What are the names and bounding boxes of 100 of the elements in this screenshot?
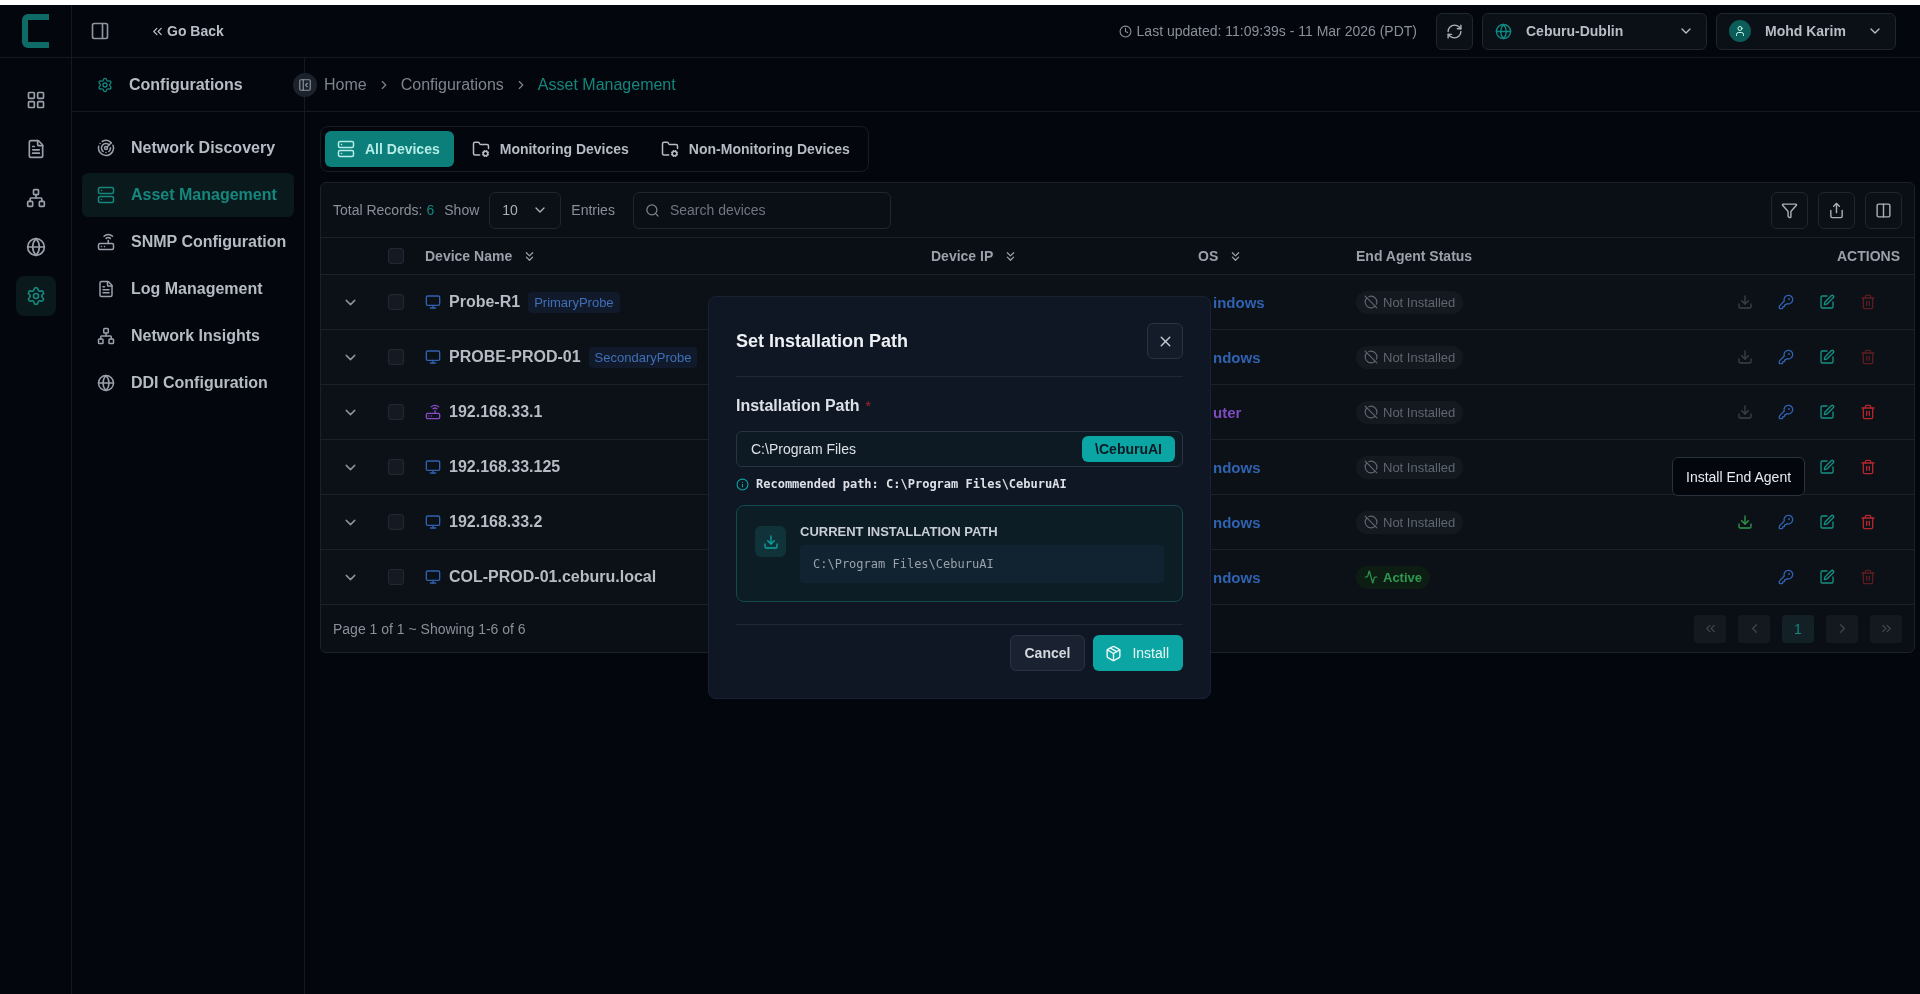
edit-button[interactable] <box>1819 459 1835 475</box>
agent-status-badge: Not Installed <box>1356 400 1464 424</box>
refresh-icon <box>1446 22 1463 40</box>
sidebar-item[interactable]: Log Management <box>82 267 294 311</box>
column-header: Device IP <box>931 248 994 264</box>
row-checkbox[interactable] <box>388 404 404 420</box>
upload-icon <box>1828 201 1845 219</box>
page-button[interactable]: 1 <box>1782 614 1814 643</box>
key-icon <box>1778 569 1794 585</box>
device-tab[interactable]: All Devices <box>325 131 454 167</box>
circle-slash-icon <box>1364 405 1378 419</box>
current-path-value: C:\Program Files\CeburuAI <box>800 545 1164 583</box>
edit-button[interactable] <box>1819 294 1835 310</box>
panel-icon <box>90 21 110 41</box>
sidebar-item[interactable]: Network Discovery <box>82 126 294 170</box>
edit-button[interactable] <box>1819 349 1835 365</box>
column-header: End Agent Status <box>1356 248 1473 264</box>
settings-icon <box>97 76 113 93</box>
edit-button[interactable] <box>1819 569 1835 585</box>
key-icon <box>1778 514 1794 530</box>
trash-icon <box>1860 349 1876 365</box>
key-button[interactable] <box>1778 349 1794 365</box>
edit-button[interactable] <box>1819 514 1835 530</box>
os-text: ndows <box>1213 513 1261 531</box>
delete-button[interactable] <box>1860 404 1876 420</box>
search-icon <box>644 202 660 218</box>
required-mark: * <box>865 398 872 414</box>
device-tab[interactable]: Non-Monitoring Devices <box>648 131 864 167</box>
agent-status-badge: Not Installed <box>1356 455 1464 479</box>
globe-icon <box>1495 22 1512 40</box>
row-checkbox[interactable] <box>388 514 404 530</box>
collapse-button[interactable] <box>293 73 317 97</box>
cancel-button[interactable]: Cancel <box>1009 635 1086 671</box>
sidebar-item[interactable]: DDI Configuration <box>82 361 294 405</box>
close-button[interactable] <box>1147 323 1183 359</box>
device-name: PROBE-PROD-01 <box>449 348 581 366</box>
edit-icon <box>1819 459 1835 475</box>
agent-status-badge: Active <box>1356 565 1431 589</box>
columns-icon <box>1875 201 1892 219</box>
key-icon <box>1778 404 1794 420</box>
key-button[interactable] <box>1778 404 1794 420</box>
device-name: 192.168.33.125 <box>449 458 561 476</box>
search-field[interactable]: Search devices <box>632 191 891 229</box>
device-name: Probe-R1 <box>449 293 521 311</box>
export-button[interactable] <box>1818 191 1855 229</box>
column-header: ACTIONS <box>1837 248 1901 264</box>
sidebar-toggle-button[interactable] <box>90 21 110 41</box>
breadcrumb-link[interactable]: Asset Management <box>537 75 676 94</box>
nav-rail-button[interactable] <box>15 276 56 316</box>
download-icon <box>1737 349 1753 365</box>
device-name: 192.168.33.2 <box>449 513 543 531</box>
edit-icon <box>1819 404 1835 420</box>
row-checkbox[interactable] <box>388 349 404 365</box>
refresh-button[interactable] <box>1436 12 1473 50</box>
probe-tag: PrimaryProbe <box>528 291 620 313</box>
breadcrumb-link[interactable]: Configurations <box>400 75 504 94</box>
circle-slash-icon <box>1364 460 1378 474</box>
row-checkbox[interactable] <box>388 459 404 475</box>
download-button[interactable] <box>1737 514 1753 530</box>
download-icon <box>1737 514 1753 530</box>
sidebar-item[interactable]: SNMP Configuration <box>82 220 294 264</box>
download-icon <box>755 526 786 557</box>
path-suffix-badge: \CeburuAI <box>1082 436 1175 462</box>
go-back-link[interactable]: Go Back <box>150 23 224 39</box>
columns-button[interactable] <box>1865 191 1902 229</box>
column-header: Device Name <box>425 248 513 264</box>
download-icon <box>1737 294 1753 310</box>
key-icon <box>1778 349 1794 365</box>
os-text: indows <box>1213 293 1265 311</box>
key-icon <box>1778 294 1794 310</box>
key-button[interactable] <box>1778 294 1794 310</box>
sidebar-item[interactable]: Asset Management <box>82 173 294 217</box>
filter-button[interactable] <box>1771 191 1808 229</box>
trash-icon <box>1860 569 1876 585</box>
recommended-path-hint: Recommended path: C:\Program Files\CeburuAI <box>756 477 1067 491</box>
delete-button[interactable] <box>1860 459 1876 475</box>
key-button[interactable] <box>1778 569 1794 585</box>
clock-icon <box>1118 24 1132 38</box>
os-text: ndows <box>1213 568 1261 586</box>
delete-button[interactable] <box>1860 514 1876 530</box>
row-checkbox[interactable] <box>388 294 404 310</box>
logo-icon <box>21 14 50 48</box>
circle-slash-icon <box>1364 295 1378 309</box>
os-text: ndows <box>1213 348 1261 366</box>
trash-icon <box>1860 294 1876 310</box>
filter-icon <box>1781 201 1798 219</box>
breadcrumb-link[interactable]: Home <box>324 75 367 94</box>
key-button[interactable] <box>1778 514 1794 530</box>
select-all-checkbox[interactable] <box>388 248 404 264</box>
location-select[interactable]: Ceburu-Dublin <box>1482 12 1707 50</box>
circle-slash-icon <box>1364 515 1378 529</box>
sidebar-item[interactable]: Network Insights <box>82 314 294 358</box>
row-checkbox[interactable] <box>388 569 404 585</box>
os-text: uter <box>1213 403 1242 421</box>
edit-button[interactable] <box>1819 404 1835 420</box>
page-size-select[interactable]: 10 <box>489 191 562 229</box>
agent-status-badge: Not Installed <box>1356 290 1464 314</box>
device-tab[interactable]: Monitoring Devices <box>459 131 643 167</box>
tooltip: Install End Agent <box>1672 457 1806 496</box>
user-menu[interactable]: Mohd Karim <box>1716 12 1896 50</box>
